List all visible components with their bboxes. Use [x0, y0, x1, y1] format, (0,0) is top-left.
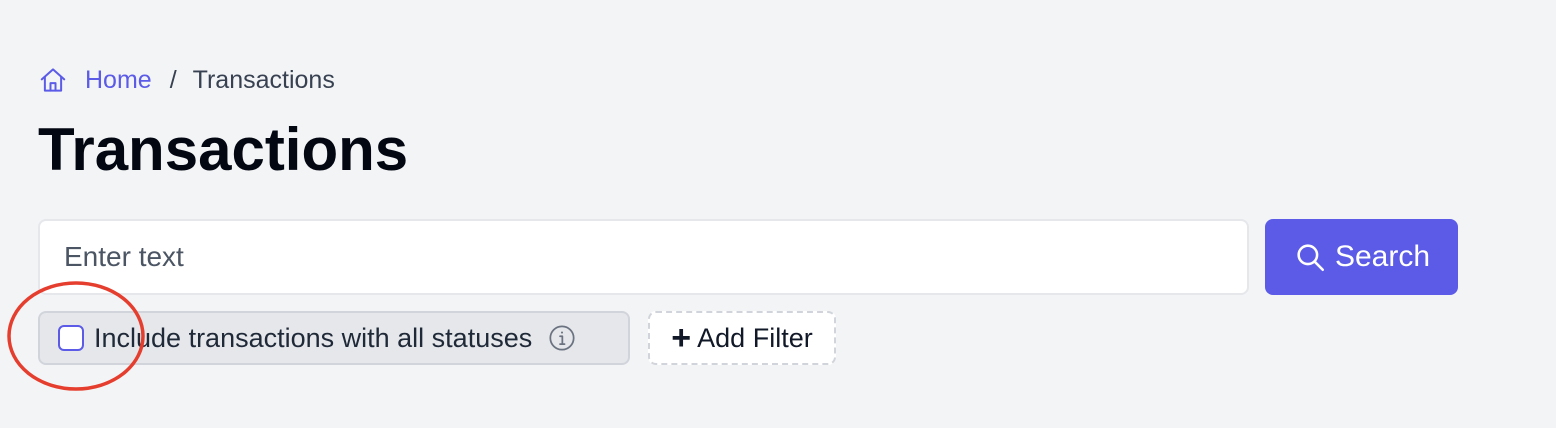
include-all-statuses-checkbox[interactable]: [58, 325, 84, 351]
page-title: Transactions: [38, 116, 409, 183]
breadcrumb-home-label: Home: [85, 65, 152, 94]
breadcrumb-home-link[interactable]: Home: [38, 65, 152, 95]
include-all-statuses-filter[interactable]: Include transactions with all statuses: [38, 311, 630, 365]
search-input[interactable]: [38, 219, 1249, 295]
search-button-label: Search: [1334, 240, 1431, 273]
add-filter-label: Add Filter: [697, 322, 813, 353]
info-icon[interactable]: [548, 324, 576, 352]
include-all-statuses-label: Include transactions with all statuses: [94, 322, 533, 353]
breadcrumb-separator: /: [169, 65, 177, 94]
add-filter-button[interactable]: + Add Filter: [648, 311, 836, 365]
search-button[interactable]: Search: [1265, 219, 1458, 295]
plus-icon: +: [671, 319, 692, 357]
breadcrumb-current: Transactions: [192, 65, 335, 94]
search-icon: [1297, 244, 1324, 272]
breadcrumb: Home / Transactions: [38, 62, 335, 98]
home-icon: [40, 68, 66, 92]
